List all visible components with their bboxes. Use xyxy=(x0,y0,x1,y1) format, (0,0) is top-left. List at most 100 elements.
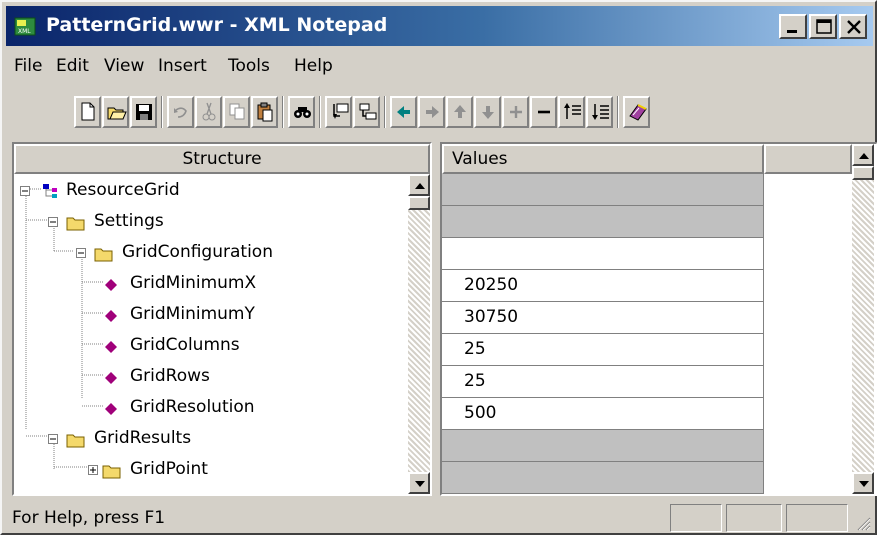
svg-text:XML: XML xyxy=(18,28,31,35)
menu-file[interactable]: File xyxy=(14,56,42,76)
collapse-toggle-icon[interactable] xyxy=(76,248,87,259)
new-button[interactable] xyxy=(74,96,101,128)
scroll-down-button[interactable] xyxy=(852,472,874,494)
insert-element-icon xyxy=(333,103,349,119)
scrollbar-track[interactable] xyxy=(852,166,874,472)
element-diamond-icon xyxy=(105,341,117,353)
minimize-button[interactable] xyxy=(779,14,807,39)
menu-bar: File Edit View Insert Tools Help xyxy=(6,50,873,82)
structure-column-header[interactable]: Structure xyxy=(14,144,430,174)
value-cell[interactable] xyxy=(442,238,764,270)
values-column-header[interactable]: Values xyxy=(442,144,764,174)
expand-all-button[interactable] xyxy=(558,96,585,128)
tree-node-label: ResourceGrid xyxy=(66,180,180,200)
tree-node-gridrows[interactable]: GridRows xyxy=(14,363,404,393)
structure-vertical-scrollbar[interactable] xyxy=(408,174,430,494)
folder-icon xyxy=(94,248,113,262)
move-right-button[interactable] xyxy=(418,96,445,128)
scrollbar-thumb[interactable] xyxy=(852,166,874,180)
insert-child-icon xyxy=(359,103,377,120)
title-bar[interactable]: XML PatternGrid.wwr - XML Notepad xyxy=(6,6,873,46)
tree-node-resourcegrid[interactable]: ResourceGrid xyxy=(14,177,404,207)
toolbar-separator xyxy=(161,96,163,128)
window-title: PatternGrid.wwr - XML Notepad xyxy=(46,14,388,36)
menu-edit[interactable]: Edit xyxy=(56,56,89,76)
close-icon xyxy=(847,20,861,34)
value-cell[interactable] xyxy=(442,174,764,206)
expand-button[interactable] xyxy=(502,96,529,128)
undo-button[interactable] xyxy=(167,96,194,128)
menu-help[interactable]: Help xyxy=(294,56,333,76)
maximize-icon xyxy=(816,19,832,34)
cut-icon xyxy=(202,102,216,121)
folder-icon xyxy=(102,465,121,479)
menu-view[interactable]: View xyxy=(104,56,144,76)
scrollbar-track[interactable] xyxy=(408,196,430,472)
status-bar: For Help, press F1 xyxy=(6,504,873,533)
extra-column-header[interactable] xyxy=(764,144,852,174)
tree-node-gridminimumy[interactable]: GridMinimumY xyxy=(14,301,404,331)
tree-node-gridminimumx[interactable]: GridMinimumX xyxy=(14,270,404,300)
move-left-icon xyxy=(397,106,410,118)
move-left-button[interactable] xyxy=(390,96,417,128)
value-text: 30750 xyxy=(464,307,519,327)
move-up-button[interactable] xyxy=(446,96,473,128)
collapse-toggle-icon[interactable] xyxy=(20,186,31,197)
insert-element-button[interactable] xyxy=(325,96,352,128)
scroll-up-button[interactable] xyxy=(852,144,874,166)
undo-icon xyxy=(174,107,187,118)
tree-node-gridresults[interactable]: GridResults xyxy=(14,425,404,455)
values-vertical-scrollbar[interactable] xyxy=(852,144,874,494)
open-button[interactable] xyxy=(102,96,129,128)
value-cell[interactable]: 25 xyxy=(442,334,764,366)
value-cell[interactable] xyxy=(442,206,764,238)
value-cell[interactable] xyxy=(442,430,764,462)
help-book-button[interactable] xyxy=(623,96,650,128)
cut-button[interactable] xyxy=(195,96,222,128)
values-pane[interactable]: Values 20250 30750 25 25 500 xyxy=(440,142,877,496)
value-text: 500 xyxy=(464,403,497,423)
save-button[interactable] xyxy=(130,96,157,128)
expand-all-icon xyxy=(564,103,581,119)
collapse-icon xyxy=(538,110,550,114)
value-cell[interactable]: 500 xyxy=(442,398,764,430)
tree-node-gridresolution[interactable]: GridResolution xyxy=(14,394,404,424)
tree-node-label: GridConfiguration xyxy=(122,242,273,262)
arrow-up-icon xyxy=(859,153,869,159)
help-book-icon xyxy=(629,104,647,121)
xml-notepad-app-icon[interactable]: XML xyxy=(14,15,36,37)
save-icon xyxy=(136,104,152,120)
app-window: XML PatternGrid.wwr - XML Notepad File E… xyxy=(0,0,877,535)
collapse-toggle-icon[interactable] xyxy=(48,434,59,445)
menu-insert[interactable]: Insert xyxy=(158,56,207,76)
close-button[interactable] xyxy=(839,14,867,39)
menu-tools[interactable]: Tools xyxy=(228,56,270,76)
tree-node-label: GridMinimumX xyxy=(130,273,257,293)
tree-node-label: GridColumns xyxy=(130,335,240,355)
scroll-up-button[interactable] xyxy=(408,174,430,196)
scroll-down-button[interactable] xyxy=(408,472,430,494)
collapse-all-button[interactable] xyxy=(586,96,613,128)
collapse-button[interactable] xyxy=(530,96,557,128)
maximize-button[interactable] xyxy=(809,14,837,39)
move-down-button[interactable] xyxy=(474,96,501,128)
value-cell[interactable]: 30750 xyxy=(442,302,764,334)
resize-grip-icon[interactable] xyxy=(855,515,871,531)
find-button[interactable] xyxy=(288,96,315,128)
value-cell[interactable] xyxy=(442,462,764,494)
new-icon xyxy=(81,102,95,121)
tree-node-gridconfiguration[interactable]: GridConfiguration xyxy=(14,239,404,269)
collapse-toggle-icon[interactable] xyxy=(48,217,59,228)
copy-button[interactable] xyxy=(223,96,250,128)
structure-pane[interactable]: Structure ResourceGrid Settings GridConf… xyxy=(12,142,432,496)
paste-button[interactable] xyxy=(251,96,278,128)
expand-toggle-icon[interactable] xyxy=(88,465,99,476)
insert-child-button[interactable] xyxy=(353,96,380,128)
tree-node-label: GridMinimumY xyxy=(130,304,255,324)
tree-node-gridpoint[interactable]: GridPoint xyxy=(14,456,404,486)
scrollbar-thumb[interactable] xyxy=(408,196,430,210)
value-cell[interactable]: 25 xyxy=(442,366,764,398)
tree-node-settings[interactable]: Settings xyxy=(14,208,404,238)
tree-node-gridcolumns[interactable]: GridColumns xyxy=(14,332,404,362)
value-cell[interactable]: 20250 xyxy=(442,270,764,302)
